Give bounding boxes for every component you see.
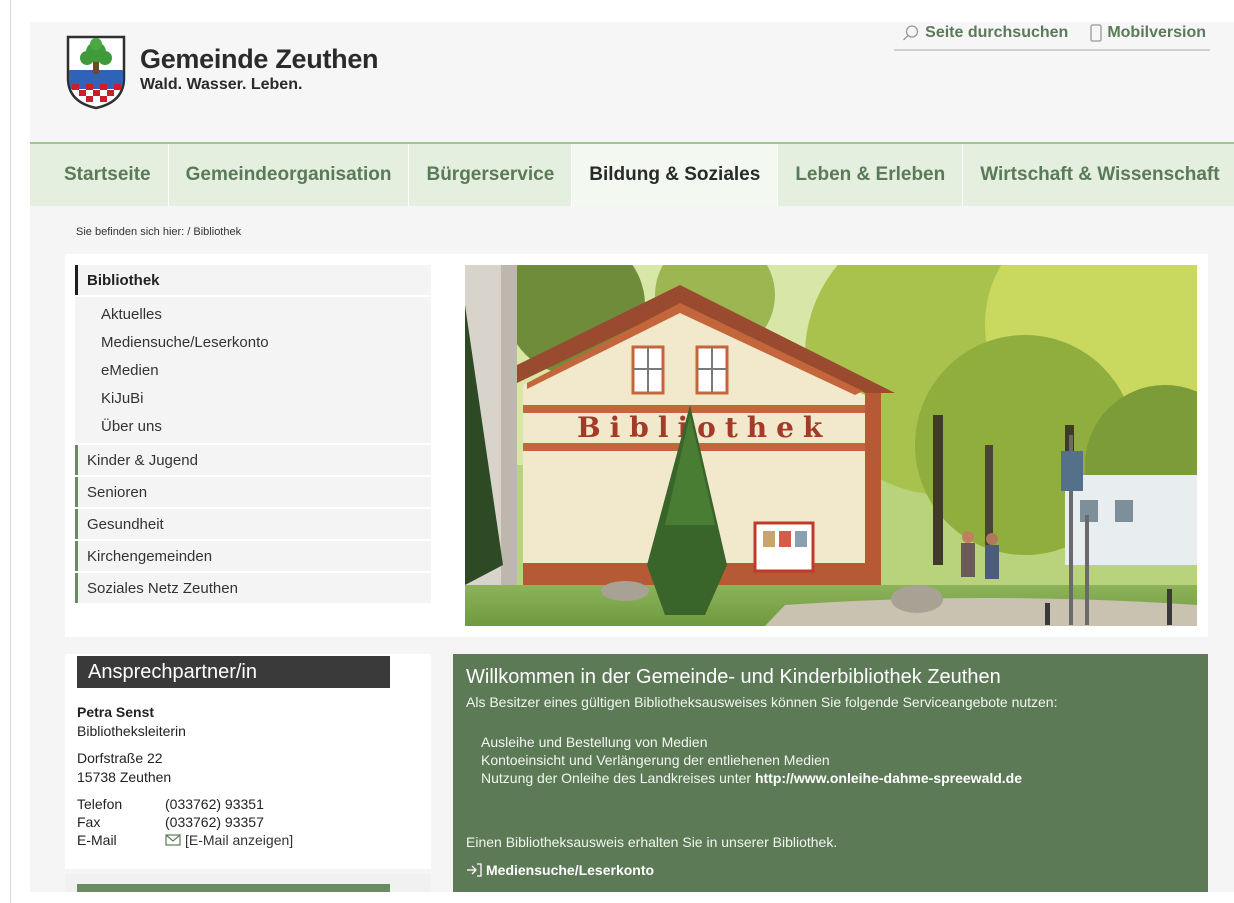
fax-label: Fax [77, 814, 101, 830]
main-navigation: Startseite Gemeindeorganisation Bürgerse… [30, 142, 1234, 206]
content-panel: Bibliothek Aktuelles Mediensuche/Leserko… [65, 254, 1208, 637]
mediensuche-link-text: Mediensuche/Leserkonto [486, 862, 655, 878]
contact-city: 15738 Zeuthen [77, 769, 172, 785]
email-link-text: [E-Mail anzeigen] [185, 832, 294, 848]
library-sign-text: Bibliothek [577, 411, 831, 444]
sidebar-submenu: Aktuelles Mediensuche/Leserkonto eMedien… [75, 297, 431, 443]
nav-item-wirtschaft-wissenschaft[interactable]: Wirtschaft & Wissenschaft [963, 144, 1234, 206]
sidebar-item-gesundheit[interactable]: Gesundheit [75, 509, 431, 539]
contact-phone-row: Telefon (033762) 93351 [77, 796, 264, 812]
contact-street: Dorfstraße 22 [77, 750, 163, 766]
service-item: Kontoeinsicht und Verlängerung der entli… [481, 752, 830, 768]
sidebar-item-bibliothek[interactable]: Bibliothek [75, 265, 431, 295]
search-label: Seite durchsuchen [925, 24, 1069, 41]
utility-links: Seite durchsuchen Mobilversion [894, 24, 1210, 51]
coat-of-arms-tree-icon[interactable] [65, 34, 127, 110]
sidebar-subitem-mediensuche[interactable]: Mediensuche/Leserkonto [75, 328, 431, 356]
nav-item-buergerservice[interactable]: Bürgerservice [409, 144, 573, 206]
contact-heading: Ansprechpartner/in [77, 656, 390, 688]
mobile-version-link[interactable]: Mobilversion [1090, 24, 1206, 42]
service-item-onleihe: Nutzung der Onleihe des Landkreises unte… [481, 770, 1022, 786]
fax-value: (033762) 93357 [165, 814, 264, 830]
sidebar-subitem-ueber-uns[interactable]: Über uns [75, 412, 431, 440]
service-item-text: Nutzung der Onleihe des Landkreises unte… [481, 770, 752, 786]
search-icon [903, 25, 919, 41]
contact-box: Ansprechpartner/in Petra Senst Bibliothe… [65, 654, 431, 869]
sidebar-subitem-emedien[interactable]: eMedien [75, 356, 431, 384]
site-slogan: Wald. Wasser. Leben. [140, 76, 303, 93]
secondary-box [65, 874, 431, 892]
contact-name: Petra Senst [77, 704, 155, 720]
phone-value: (033762) 93351 [165, 796, 264, 812]
nav-item-gemeindeorganisation[interactable]: Gemeindeorganisation [169, 144, 410, 206]
phone-label: Telefon [77, 796, 123, 812]
welcome-box: Willkommen in der Gemeinde- und Kinderbi… [453, 654, 1208, 892]
sidebar-item-kinder-jugend[interactable]: Kinder & Jugend [75, 445, 431, 475]
sidebar-item-kirchengemeinden[interactable]: Kirchengemeinden [75, 541, 431, 571]
window-left-edge [10, 0, 11, 903]
mediensuche-link[interactable]: Mediensuche/Leserkonto [466, 862, 654, 878]
nav-item-leben-erleben[interactable]: Leben & Erleben [778, 144, 964, 206]
secondary-box-header [77, 884, 390, 892]
site-header: Gemeinde Zeuthen Wald. Wasser. Leben. Se… [30, 22, 1234, 142]
search-link[interactable]: Seite durchsuchen [902, 24, 1068, 42]
site-title[interactable]: Gemeinde Zeuthen [140, 44, 379, 75]
service-item: Ausleihe und Bestellung von Medien [481, 734, 708, 750]
library-photo-illustration: Bibliothek [465, 265, 1197, 626]
sign-in-arrow-icon [467, 863, 482, 877]
onleihe-link[interactable]: http://www.onleihe-dahme-spreewald.de [755, 770, 1022, 786]
sidebar-item-soziales-netz[interactable]: Soziales Netz Zeuthen [75, 573, 431, 603]
breadcrumb: Sie befinden sich hier: / Bibliothek [76, 226, 242, 238]
nav-item-bildung-soziales[interactable]: Bildung & Soziales [572, 144, 779, 206]
page: Gemeinde Zeuthen Wald. Wasser. Leben. Se… [30, 22, 1234, 892]
nav-item-startseite[interactable]: Startseite [30, 144, 169, 206]
sidebar-menu: Bibliothek Aktuelles Mediensuche/Leserko… [75, 265, 431, 605]
mobile-label: Mobilversion [1107, 24, 1206, 41]
smartphone-icon [1090, 24, 1102, 42]
email-label: E-Mail [77, 832, 117, 848]
sidebar-subitem-kijubi[interactable]: KiJuBi [75, 384, 431, 412]
envelope-icon [165, 834, 181, 846]
email-show-link[interactable]: [E-Mail anzeigen] [165, 832, 293, 848]
contact-fax-row: Fax (033762) 93357 [77, 814, 264, 830]
welcome-note: Einen Bibliotheksausweis erhalten Sie in… [466, 834, 838, 850]
contact-email-row: E-Mail [E-Mail anzeigen] [77, 832, 293, 848]
welcome-intro: Als Besitzer eines gültigen Bibliotheksa… [466, 694, 1058, 710]
sidebar-subitem-aktuelles[interactable]: Aktuelles [75, 300, 431, 328]
contact-role: Bibliotheksleiterin [77, 723, 186, 739]
library-building-photo: Bibliothek [465, 265, 1197, 626]
welcome-title: Willkommen in der Gemeinde- und Kinderbi… [466, 666, 1001, 688]
sidebar-item-senioren[interactable]: Senioren [75, 477, 431, 507]
